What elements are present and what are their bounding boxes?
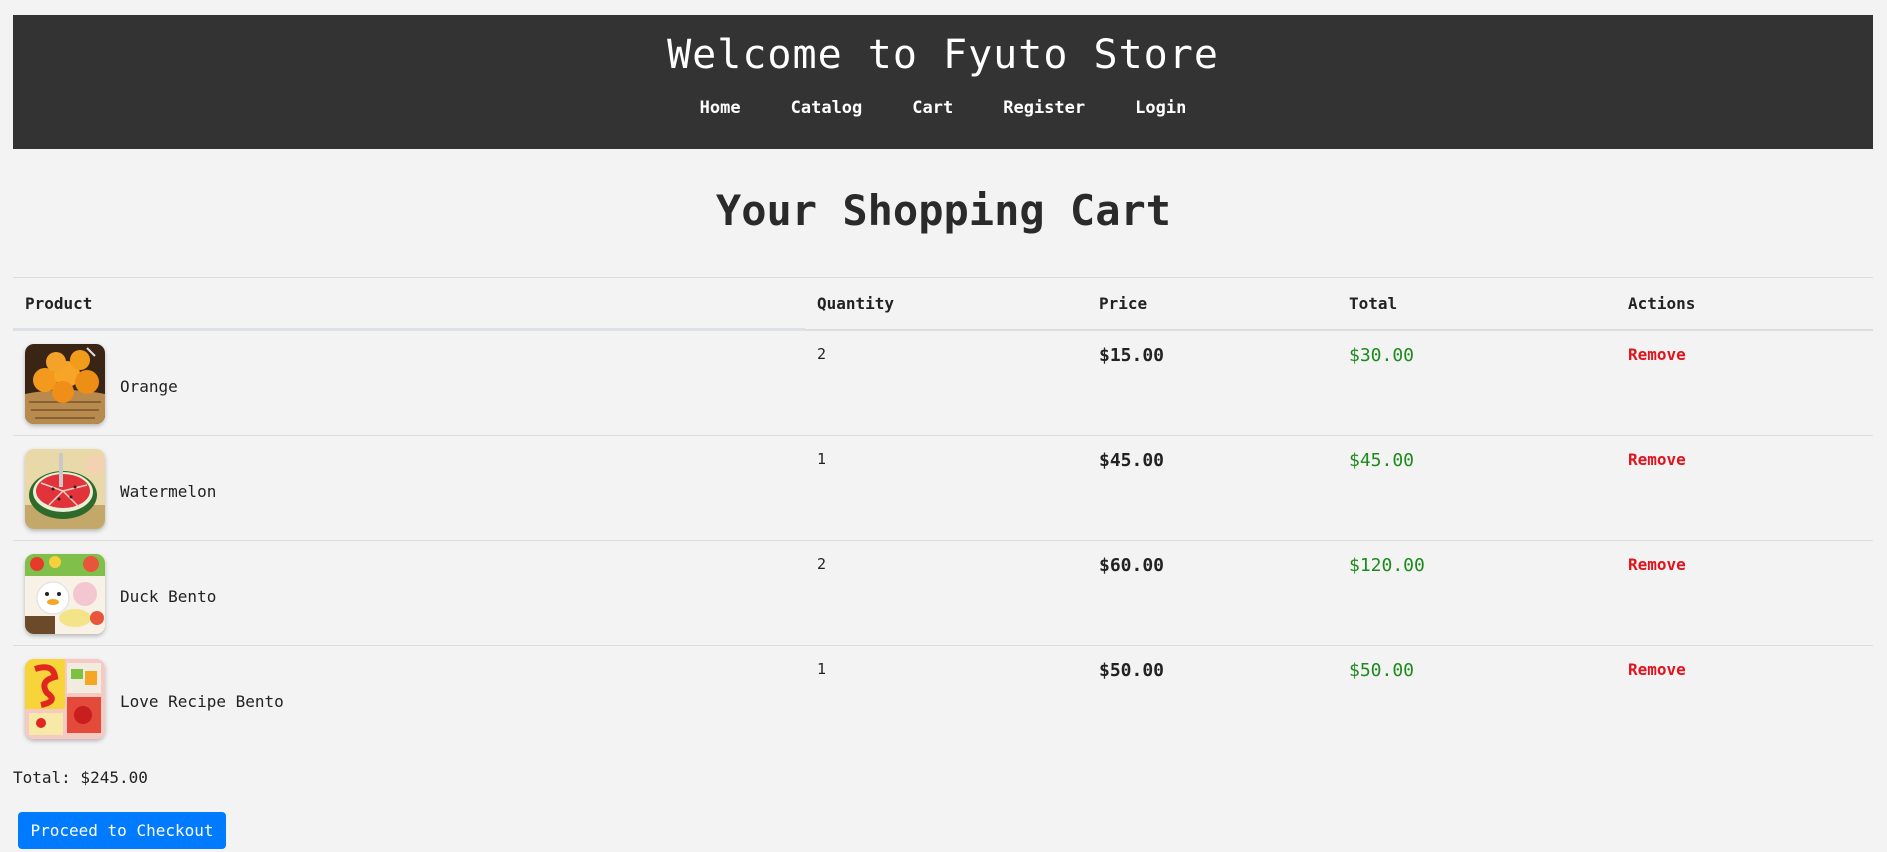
price-value: $15.00 — [1099, 344, 1165, 366]
row-total-value: $120.00 — [1349, 555, 1425, 576]
table-row: Duck Bento 2 $60.00 $120.00 Remove — [13, 540, 1873, 646]
orange-basket-image — [25, 344, 105, 424]
quantity-cell: 1 — [805, 435, 1087, 541]
site-title: Welcome to Fyuto Store — [667, 32, 1219, 78]
checkout-button[interactable]: Proceed to Checkout — [18, 812, 226, 849]
main-nav: Home Catalog Cart Register Login — [13, 98, 1873, 118]
total-cell: $30.00 — [1337, 329, 1616, 436]
table-row: Watermelon 1 $45.00 $45.00 Remove — [13, 435, 1873, 541]
total-cell: $45.00 — [1337, 435, 1616, 541]
duck-bento-image — [25, 554, 105, 634]
product-name: Orange — [120, 376, 178, 396]
nav-register-link[interactable]: Register — [978, 98, 1110, 118]
product-name: Duck Bento — [120, 586, 217, 606]
product-name: Watermelon — [120, 481, 217, 501]
price-value: $60.00 — [1099, 555, 1165, 576]
total-cell: $120.00 — [1337, 540, 1616, 646]
table-header-row: Product Quantity Price Total Actions — [13, 277, 1873, 331]
love-bento-image — [25, 659, 105, 739]
nav-cart-link[interactable]: Cart — [887, 98, 978, 118]
actions-cell: Remove — [1616, 646, 1873, 751]
nav-home-link[interactable]: Home — [675, 98, 766, 118]
product-cell: Duck Bento — [13, 540, 805, 646]
price-cell: $50.00 — [1087, 646, 1337, 751]
quantity-cell: 2 — [805, 329, 1087, 436]
cart-table: Product Quantity Price Total Actions Ora… — [13, 277, 1873, 750]
remove-button[interactable]: Remove — [1628, 646, 1861, 679]
nav-catalog-link[interactable]: Catalog — [766, 98, 888, 118]
remove-button[interactable]: Remove — [1628, 541, 1861, 574]
remove-button[interactable]: Remove — [1628, 436, 1861, 469]
cart-total: Total: $245.00 — [13, 768, 148, 787]
quantity-value: 1 — [817, 450, 827, 468]
actions-cell: Remove — [1616, 329, 1873, 436]
price-cell: $60.00 — [1087, 540, 1337, 646]
quantity-value: 1 — [817, 660, 827, 678]
page-title: Your Shopping Cart — [715, 186, 1172, 235]
table-row: Love Recipe Bento 1 $50.00 $50.00 Remove — [13, 646, 1873, 751]
column-header-price: Price — [1087, 277, 1337, 331]
price-value: $50.00 — [1099, 660, 1165, 681]
column-header-product: Product — [13, 277, 805, 331]
price-cell: $45.00 — [1087, 435, 1337, 541]
product-cell: Watermelon — [13, 435, 805, 541]
quantity-value: 2 — [817, 555, 827, 573]
column-header-quantity: Quantity — [805, 277, 1087, 331]
table-row: Orange 2 $15.00 $30.00 Remove — [13, 329, 1873, 436]
actions-cell: Remove — [1616, 435, 1873, 541]
quantity-value: 2 — [817, 344, 827, 363]
remove-button[interactable]: Remove — [1628, 331, 1861, 364]
product-name: Love Recipe Bento — [120, 691, 284, 711]
site-header: Welcome to Fyuto Store Home Catalog Cart… — [13, 15, 1873, 149]
row-total-value: $30.00 — [1349, 344, 1415, 366]
column-header-total: Total — [1337, 277, 1616, 331]
nav-login-link[interactable]: Login — [1110, 98, 1211, 118]
watermelon-image — [25, 449, 105, 529]
quantity-cell: 1 — [805, 646, 1087, 751]
price-cell: $15.00 — [1087, 329, 1337, 436]
row-total-value: $50.00 — [1349, 660, 1415, 681]
product-cell: Love Recipe Bento — [13, 646, 805, 751]
total-cell: $50.00 — [1337, 646, 1616, 751]
actions-cell: Remove — [1616, 540, 1873, 646]
row-total-value: $45.00 — [1349, 450, 1415, 471]
product-cell: Orange — [13, 329, 805, 436]
quantity-cell: 2 — [805, 540, 1087, 646]
price-value: $45.00 — [1099, 450, 1165, 471]
column-header-actions: Actions — [1616, 277, 1873, 331]
